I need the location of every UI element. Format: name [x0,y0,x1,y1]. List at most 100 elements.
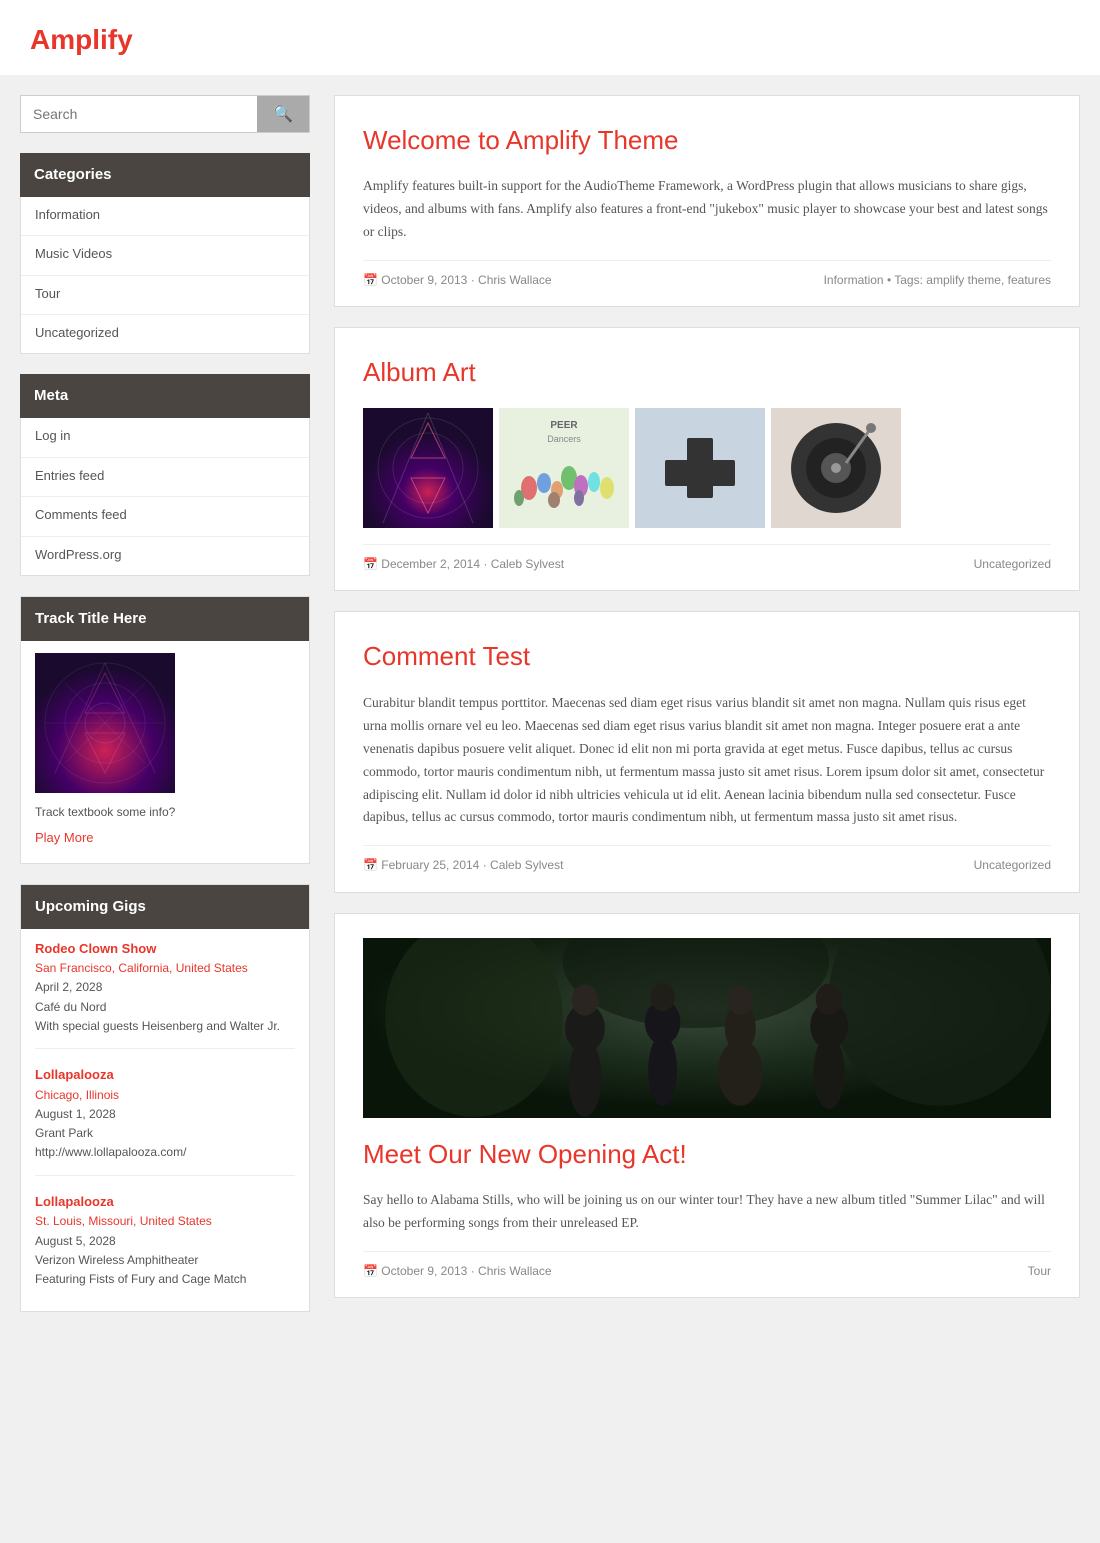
list-item[interactable]: Music Videos [21,236,309,275]
post-title[interactable]: Welcome to Amplify Theme [363,120,1051,162]
album-thumb-2: PEER Dancers [499,408,629,528]
track-decoration-svg [35,653,175,793]
post-date-author: 📅 October 9, 2013 · Chris Wallace [363,271,552,290]
gig-item: Lollapalooza St. Louis, Missouri, United… [35,1192,295,1302]
meta-link[interactable]: Log in [35,428,70,443]
calendar-icon: 📅 [363,1264,378,1278]
post-comment-test: Comment Test Curabitur blandit tempus po… [334,611,1080,892]
post-title[interactable]: Comment Test [363,636,1051,678]
gig-venue: Café du Nord [35,998,295,1017]
gig-name[interactable]: Lollapalooza [35,1065,295,1086]
post-body: Amplify features built-in support for th… [363,175,1051,244]
post-date: October 9, 2013 [381,273,467,287]
category-link[interactable]: Uncategorized [35,325,119,340]
album-art-svg-1 [363,408,493,528]
meta-list: Log in Entries feed Comments feed WordPr… [20,418,310,576]
track-image-inner [35,653,175,793]
gig-location: St. Louis, Missouri, United States [35,1212,295,1231]
post-title[interactable]: Meet Our New Opening Act! [363,1134,1051,1176]
gig-guests: With special guests Heisenberg and Walte… [35,1017,295,1036]
gig-date: August 1, 2028 [35,1105,295,1124]
post-date-author: 📅 February 25, 2014 · Caleb Sylvest [363,856,563,875]
post-album-art: Album Art [334,327,1080,591]
list-item[interactable]: Tour [21,276,309,315]
post-tags: Uncategorized [974,555,1051,574]
post-body: Say hello to Alabama Stills, who will be… [363,1189,1051,1235]
post-date-author: 📅 October 9, 2013 · Chris Wallace [363,1262,552,1281]
meta-link[interactable]: WordPress.org [35,547,121,562]
post-date: October 9, 2013 [381,1264,467,1278]
post-author: Caleb Sylvest [490,858,563,872]
search-input[interactable] [21,96,257,132]
post-date: February 25, 2014 [381,858,479,872]
gig-guests: Featuring Fists of Fury and Cage Match [35,1270,295,1289]
gig-venue: Grant Park [35,1124,295,1143]
categories-section: Categories Information Music Videos Tour… [20,153,310,355]
category-link[interactable]: Music Videos [35,246,112,261]
post-author: Chris Wallace [478,1264,552,1278]
post-meta: 📅 October 9, 2013 · Chris Wallace Inform… [363,260,1051,290]
list-item[interactable]: Information [21,197,309,236]
gigs-heading: Upcoming Gigs [21,885,309,929]
list-item[interactable]: Log in [21,418,309,457]
play-more-link[interactable]: Play More [35,830,94,845]
band-photo-svg [363,938,1051,1118]
list-item[interactable]: Comments feed [21,497,309,536]
post-tags: Uncategorized [974,856,1051,875]
gigs-list: Rodeo Clown Show San Francisco, Californ… [21,929,309,1312]
track-heading: Track Title Here [21,597,309,641]
gig-item: Lollapalooza Chicago, Illinois August 1,… [35,1065,295,1176]
calendar-icon: 📅 [363,858,378,872]
categories-list: Information Music Videos Tour Uncategori… [20,197,310,355]
gig-date: August 5, 2028 [35,1232,295,1251]
main-content: Welcome to Amplify Theme Amplify feature… [334,95,1080,1318]
svg-text:Dancers: Dancers [547,434,581,444]
post-date-author: 📅 December 2, 2014 · Caleb Sylvest [363,555,564,574]
gig-url[interactable]: http://www.lollapalooza.com/ [35,1143,295,1162]
category-link[interactable]: Information [35,207,100,222]
post-meta: 📅 October 9, 2013 · Chris Wallace Tour [363,1251,1051,1281]
post-opening-act: Meet Our New Opening Act! Say hello to A… [334,913,1080,1299]
gig-date: April 2, 2028 [35,978,295,997]
search-button[interactable]: 🔍 [257,96,309,132]
post-title[interactable]: Album Art [363,352,1051,394]
track-widget: Track Title Here [20,596,310,864]
categories-heading: Categories [20,153,310,197]
post-date: December 2, 2014 [381,557,480,571]
meta-link[interactable]: Comments feed [35,507,127,522]
post-meta: 📅 February 25, 2014 · Caleb Sylvest Unca… [363,845,1051,875]
meta-section: Meta Log in Entries feed Comments feed W… [20,374,310,576]
album-art-svg-3 [635,408,765,528]
list-item[interactable]: Uncategorized [21,315,309,353]
meta-heading: Meta [20,374,310,418]
track-info: Track textbook some info? [35,803,295,822]
album-art-svg-2: PEER Dancers [499,408,629,528]
category-link[interactable]: Tour [35,286,60,301]
gig-venue: Verizon Wireless Amphitheater [35,1251,295,1270]
album-art-svg-4 [771,408,901,528]
gig-name[interactable]: Lollapalooza [35,1192,295,1213]
album-thumb-3 [635,408,765,528]
calendar-icon: 📅 [363,557,378,571]
gig-location: Chicago, Illinois [35,1086,295,1105]
post-welcome: Welcome to Amplify Theme Amplify feature… [334,95,1080,308]
album-thumb-4 [771,408,901,528]
search-icon: 🔍 [273,106,293,123]
list-item[interactable]: WordPress.org [21,537,309,575]
album-grid: PEER Dancers [363,408,1051,528]
site-title[interactable]: Amplify [30,18,1070,63]
calendar-icon: 📅 [363,273,378,287]
album-thumb-1 [363,408,493,528]
post-author: Caleb Sylvest [491,557,564,571]
post-meta: 📅 December 2, 2014 · Caleb Sylvest Uncat… [363,544,1051,574]
post-tags: Tour [1028,1262,1051,1281]
meta-link[interactable]: Entries feed [35,468,104,483]
sidebar: 🔍 Categories Information Music Videos To… [20,95,310,1332]
post-body: Curabitur blandit tempus porttitor. Maec… [363,692,1051,830]
search-box: 🔍 [20,95,310,133]
svg-text:PEER: PEER [550,420,578,431]
list-item[interactable]: Entries feed [21,458,309,497]
post-author: Chris Wallace [478,273,552,287]
gig-name[interactable]: Rodeo Clown Show [35,939,295,960]
track-image [35,653,175,793]
